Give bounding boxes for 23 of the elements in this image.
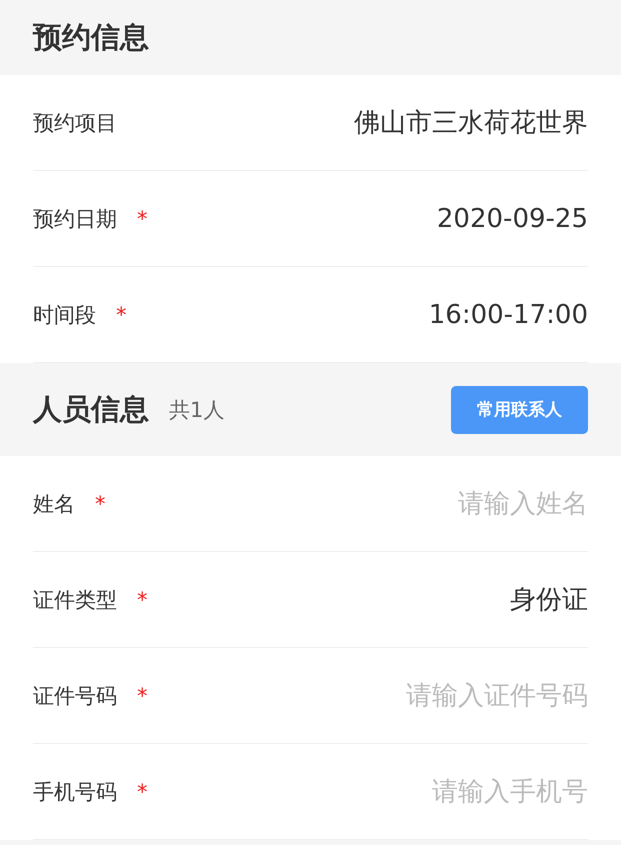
- field-label: 预约项目: [33, 110, 117, 136]
- required-mark: *: [137, 684, 148, 708]
- required-mark: *: [95, 492, 106, 516]
- person-count: 共1人: [169, 396, 226, 424]
- field-label: 时间段: [33, 302, 96, 328]
- field-value[interactable]: 身份证: [510, 582, 588, 617]
- required-mark: *: [137, 206, 148, 230]
- field-label: 证件号码: [33, 682, 117, 710]
- field-label: 预约日期: [33, 206, 117, 232]
- field-label: 手机号码: [33, 778, 117, 806]
- section-title: 人员信息: [33, 390, 149, 428]
- field-label: 姓名: [33, 490, 75, 518]
- section-title: 预约信息: [33, 18, 149, 56]
- input-field[interactable]: 请输入姓名: [118, 488, 588, 518]
- field-value[interactable]: 佛山市三水荷花世界: [354, 105, 588, 140]
- required-mark: *: [137, 780, 148, 804]
- input-field[interactable]: 请输入证件号码: [160, 680, 588, 710]
- field-value[interactable]: 2020-09-25: [436, 204, 588, 234]
- input-field[interactable]: 请输入手机号: [160, 776, 588, 806]
- required-mark: *: [137, 588, 148, 612]
- required-mark: *: [116, 302, 126, 326]
- field-label: 证件类型: [33, 586, 117, 614]
- field-value[interactable]: 16:00-17:00: [428, 300, 588, 330]
